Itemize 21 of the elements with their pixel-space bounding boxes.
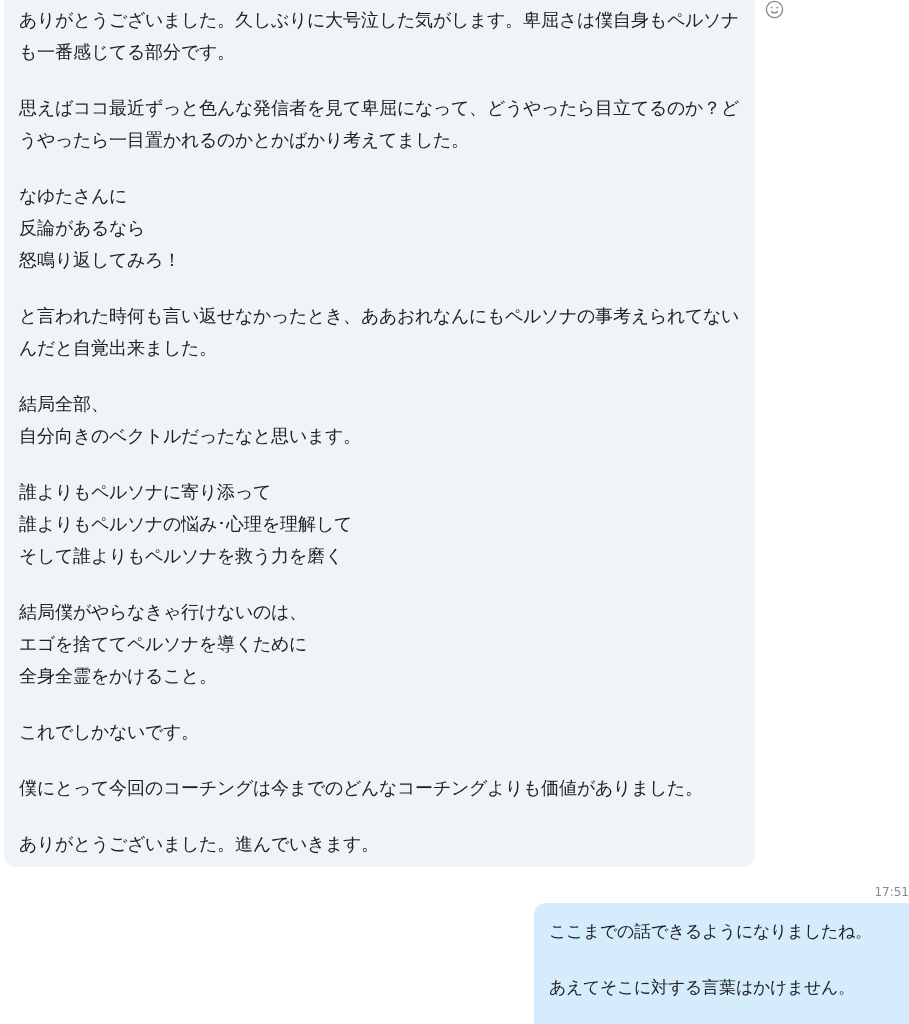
message-text: なゆたさんに bbox=[19, 185, 128, 208]
message-text: ありがとうございました。久しぶりに大号泣した気がします。卑屈さは僕自身もペルソナも一番感じてる部分です。 bbox=[19, 9, 740, 64]
message-text: 誰よりもペルソナの悩み･心理を理解して bbox=[19, 513, 353, 536]
message-text: ありがとうございました。進んでいきます。 bbox=[19, 833, 380, 856]
message-text: 自分向きのベクトルだったなと思います。 bbox=[19, 425, 362, 448]
message-text: 怒鳴り返してみろ！ bbox=[19, 249, 182, 272]
message-text: 結局僕がやらなきゃ行けないのは、 bbox=[19, 601, 308, 624]
message-text: 思えばココ最近ずっと色んな発信者を見て卑屈になって、どうやったら目立てるのか？どうやったら一目置かれるのかとかばかり考えてました。 bbox=[19, 97, 740, 152]
message-time: 17:51 bbox=[874, 885, 909, 899]
message-text: 全身全霊をかけること。 bbox=[19, 665, 218, 688]
message-text: と言われた時何も言い返せなかったとき、ああおれなんにもペルソナの事考えられてないんだと自覚出来ました。 bbox=[19, 305, 740, 360]
message-text: エゴを捨ててペルソナを導くために bbox=[19, 633, 308, 656]
message-text: ここまでの話できるようになりましたね。 bbox=[549, 920, 873, 943]
message-text: 誰よりもペルソナに寄り添って bbox=[19, 481, 272, 504]
message-text: 僕にとって今回のコーチングは今までのどんなコーチングよりも価値がありました。 bbox=[19, 777, 704, 800]
message-text: これでしかないです。 bbox=[19, 721, 200, 744]
message-text: 結局全部、 bbox=[19, 393, 110, 416]
message-text: 反論があるなら bbox=[19, 217, 146, 240]
smiley-icon[interactable] bbox=[765, 0, 784, 19]
message-text: あえてそこに対する言葉はかけません。 bbox=[549, 976, 856, 999]
message-text: そして誰よりもペルソナを救う力を磨く bbox=[19, 545, 344, 568]
